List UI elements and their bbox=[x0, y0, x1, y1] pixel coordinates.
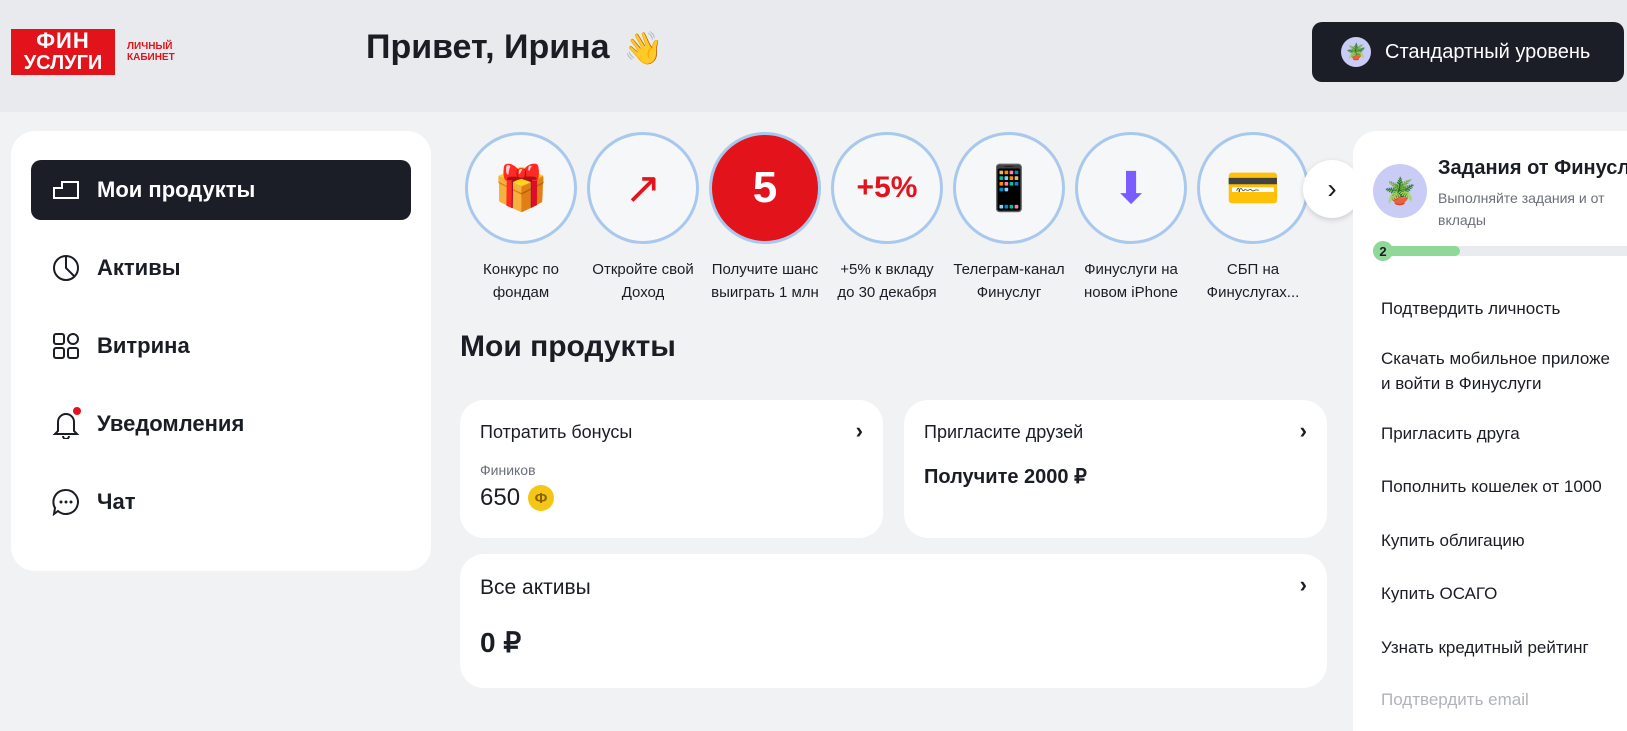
task-item[interactable]: Узнать кредитный рейтинг bbox=[1381, 635, 1589, 660]
user-level-button[interactable]: 🪴 Стандартный уровень bbox=[1312, 22, 1624, 82]
invite-card-title: Пригласите друзей bbox=[924, 422, 1084, 442]
chevron-right-icon: › bbox=[1327, 173, 1337, 204]
story-caption-line1: Телеграм-канал bbox=[953, 261, 1065, 278]
sidebar-item-label: Витрина bbox=[97, 333, 190, 358]
story-caption-line1: СБП на bbox=[1226, 261, 1280, 278]
story-caption-line2: выиграть 1 млн bbox=[711, 284, 819, 301]
download-icon: ⬇ bbox=[1075, 132, 1187, 244]
task-line1: Скачать мобильное приложе bbox=[1381, 349, 1611, 368]
sidebar-item-label: Чат bbox=[97, 489, 136, 514]
story-caption-line2: до 30 декабря bbox=[837, 284, 937, 301]
bonus-card-title: Потратить бонусы bbox=[480, 422, 633, 442]
tasks-progress-bar: 2 bbox=[1373, 241, 1627, 261]
story-item[interactable]: 5 Получите шанс выиграть 1 млн bbox=[704, 132, 826, 304]
assets-card[interactable]: Все активы › 0 ₽ bbox=[460, 554, 1327, 688]
story-caption-line2: Финуслуг bbox=[976, 284, 1042, 301]
sidebar-item-showcase[interactable]: Витрина bbox=[31, 316, 411, 376]
bonus-card-sub: Фиников bbox=[480, 462, 536, 478]
phone-icon: 📱 bbox=[953, 132, 1065, 244]
bonus-card[interactable]: Потратить бонусы › Фиников 650 Ф bbox=[460, 400, 883, 538]
gift-icon: 🎁 bbox=[465, 132, 577, 244]
tasks-description: Выполняйте задания и от вклады bbox=[1438, 187, 1604, 231]
chevron-right-icon: › bbox=[1299, 418, 1307, 443]
story-item[interactable]: 💳 СБП на Финуслугах... bbox=[1192, 132, 1314, 304]
logo-subtitle: ЛИЧНЫЙ КАБИНЕТ bbox=[127, 41, 175, 63]
level-label: Стандартный уровень bbox=[1385, 40, 1591, 63]
story-caption-line2: фондам bbox=[492, 284, 550, 301]
task-item[interactable]: Купить ОСАГО bbox=[1381, 581, 1497, 606]
story-item[interactable]: ⬇ Финуслуги на новом iPhone bbox=[1070, 132, 1192, 304]
story-caption-line1: Конкурс по bbox=[483, 261, 559, 278]
grid-icon bbox=[51, 331, 81, 361]
logo-sub2: КАБИНЕТ bbox=[127, 52, 175, 63]
percent-icon: +5% bbox=[831, 132, 943, 244]
task-item[interactable]: Подтвердить email bbox=[1381, 687, 1529, 712]
sidebar: Мои продукты Активы Витрина Уведомления … bbox=[11, 131, 431, 571]
invite-card-value: Получите 2000 ₽ bbox=[924, 466, 1087, 488]
task-item[interactable]: Пригласить друга bbox=[1381, 421, 1520, 446]
bell-icon bbox=[51, 407, 81, 439]
greeting-text: Привет, Ирина bbox=[366, 28, 610, 66]
greeting: Привет, Ирина 👋 bbox=[366, 28, 663, 67]
bonus-amount: 650 bbox=[480, 484, 521, 511]
story-item[interactable]: 🎁 Конкурс по фондам bbox=[460, 132, 582, 304]
plant-icon: 🪴 bbox=[1373, 164, 1427, 218]
story-caption-line1: Откройте свой bbox=[592, 261, 694, 278]
task-line2: и войти в Финуслуги bbox=[1381, 374, 1542, 393]
tasks-panel: 🪴 Задания от Финусл Выполняйте задания и… bbox=[1353, 131, 1627, 731]
notification-badge bbox=[73, 407, 81, 415]
story-caption-line1: +5% к вкладу bbox=[840, 261, 934, 278]
stories-carousel: 🎁 Конкурс по фондам ↗ Откройте свой Доход … bbox=[460, 132, 1310, 302]
page-title: Мои продукты bbox=[460, 330, 676, 363]
sidebar-item-label: Уведомления bbox=[97, 411, 245, 436]
card-icon: 💳 bbox=[1197, 132, 1309, 244]
number-five-icon: 5 bbox=[709, 132, 821, 244]
progress-count: 2 bbox=[1373, 241, 1393, 261]
coin-icon: Ф bbox=[528, 485, 555, 511]
plant-icon: 🪴 bbox=[1341, 37, 1371, 67]
story-caption-line1: Финуслуги на bbox=[1084, 261, 1178, 278]
logo-line1: ФИН bbox=[36, 28, 90, 53]
story-caption-line1: Получите шанс bbox=[711, 261, 819, 278]
tasks-title: Задания от Финусл bbox=[1438, 157, 1627, 179]
task-item[interactable]: Подтвердить личность bbox=[1381, 296, 1560, 321]
chevron-right-icon: › bbox=[855, 418, 863, 443]
chat-icon bbox=[51, 487, 81, 517]
task-item[interactable]: Купить облигацию bbox=[1381, 528, 1525, 553]
top-bar: ФИН УСЛУГИ ЛИЧНЫЙ КАБИНЕТ Привет, Ирина … bbox=[0, 0, 1627, 112]
wallet-icon bbox=[51, 175, 81, 205]
chevron-right-icon: › bbox=[1299, 572, 1307, 597]
tasks-desc-line2: вклады bbox=[1438, 212, 1486, 228]
assets-card-title: Все активы bbox=[480, 576, 591, 599]
sidebar-item-chat[interactable]: Чат bbox=[31, 472, 411, 532]
story-item[interactable]: ↗ Откройте свой Доход bbox=[582, 132, 704, 304]
task-item[interactable]: Пополнить кошелек от 1000 bbox=[1381, 474, 1602, 499]
sidebar-item-assets[interactable]: Активы bbox=[31, 238, 411, 298]
invite-card[interactable]: Пригласите друзей › Получите 2000 ₽ bbox=[904, 400, 1327, 538]
sidebar-item-notifications[interactable]: Уведомления bbox=[31, 394, 411, 454]
story-caption-line2: новом iPhone bbox=[1084, 284, 1178, 301]
task-item[interactable]: Скачать мобильное приложе и войти в Фину… bbox=[1381, 346, 1610, 396]
sidebar-item-label: Мои продукты bbox=[97, 177, 256, 202]
logo-line2: УСЛУГИ bbox=[23, 52, 103, 74]
tasks-desc-line1: Выполняйте задания и от bbox=[1438, 190, 1605, 206]
assets-value: 0 ₽ bbox=[480, 627, 522, 658]
finuslugi-logo[interactable]: ФИН УСЛУГИ ЛИЧНЫЙ КАБИНЕТ bbox=[11, 27, 175, 77]
sidebar-item-my-products[interactable]: Мои продукты bbox=[31, 160, 411, 220]
sidebar-item-label: Активы bbox=[97, 255, 181, 280]
story-item[interactable]: 📱 Телеграм-канал Финуслуг bbox=[948, 132, 1070, 304]
bonus-value: 650 Ф bbox=[480, 484, 555, 512]
story-caption-line2: Доход bbox=[621, 284, 665, 301]
story-caption-line2: Финуслугах... bbox=[1206, 284, 1300, 301]
logo-box: ФИН УСЛУГИ bbox=[11, 29, 115, 75]
arrow-up-icon: ↗ bbox=[587, 132, 699, 244]
wave-hand-icon: 👋 bbox=[623, 29, 664, 66]
pie-chart-icon bbox=[51, 253, 81, 283]
story-item[interactable]: +5% +5% к вкладу до 30 декабря bbox=[826, 132, 948, 304]
logo-sub1: ЛИЧНЫЙ bbox=[127, 41, 173, 52]
